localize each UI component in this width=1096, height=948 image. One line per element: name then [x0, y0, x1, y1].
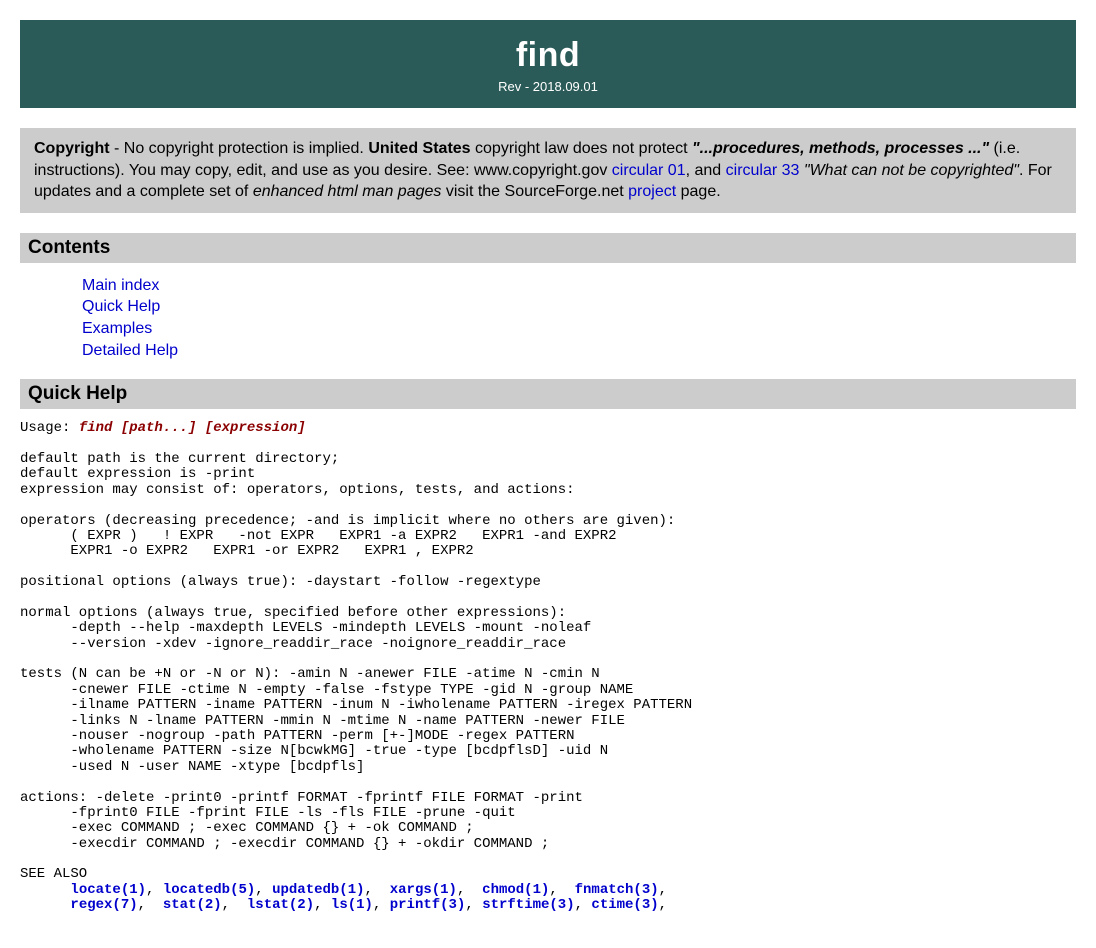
enhanced-pages-italic: enhanced html man pages — [253, 183, 442, 200]
link-quick-help[interactable]: Quick Help — [82, 298, 160, 315]
copyright-text-7: page. — [676, 183, 720, 200]
quick-help-block: Usage: find [path...] [expression] defau… — [20, 421, 1076, 914]
usage-command: find [path...] [expression] — [79, 420, 306, 436]
copyright-text-6: visit the SourceForge.net — [441, 183, 628, 200]
see-also-pad — [20, 882, 70, 898]
copyright-notice: Copyright - No copyright protection is i… — [20, 128, 1076, 213]
link-examples[interactable]: Examples — [82, 320, 152, 337]
link-locate[interactable]: locate(1) — [70, 882, 146, 898]
revision-line: Rev - 2018.09.01 — [20, 79, 1076, 94]
link-regex[interactable]: regex(7) — [70, 897, 137, 913]
heading-quick-help: Quick Help — [20, 379, 1076, 409]
link-printf[interactable]: printf(3) — [390, 897, 466, 913]
link-ls[interactable]: ls(1) — [331, 897, 373, 913]
page-title: find — [20, 36, 1076, 75]
page-header: find Rev - 2018.09.01 — [20, 20, 1076, 108]
link-main-index[interactable]: Main index — [82, 277, 159, 294]
link-detailed-help[interactable]: Detailed Help — [82, 342, 178, 359]
copyright-word: Copyright — [34, 140, 110, 157]
what-cannot-quote: "What can not be copyrighted" — [799, 162, 1018, 179]
see-also-pad-2 — [20, 897, 70, 913]
link-chmod[interactable]: chmod(1) — [482, 882, 549, 898]
link-strftime[interactable]: strftime(3) — [482, 897, 574, 913]
copyright-text-2: copyright law does not protect — [471, 140, 692, 157]
usage-label: Usage: — [20, 420, 79, 436]
link-circular-33[interactable]: circular 33 — [726, 162, 800, 179]
us-word: United States — [368, 140, 470, 157]
heading-contents: Contents — [20, 233, 1076, 263]
procedures-quote: "...procedures, methods, processes ..." — [692, 140, 989, 157]
link-stat[interactable]: stat(2) — [163, 897, 222, 913]
link-fnmatch[interactable]: fnmatch(3) — [575, 882, 659, 898]
copyright-text-1: - No copyright protection is implied. — [110, 140, 369, 157]
copyright-text-4: , and — [686, 162, 726, 179]
link-lstat[interactable]: lstat(2) — [247, 897, 314, 913]
quick-help-body: default path is the current directory; d… — [20, 451, 692, 883]
link-circular-01[interactable]: circular 01 — [612, 162, 686, 179]
link-locatedb[interactable]: locatedb(5) — [163, 882, 255, 898]
contents-list: Main index Quick Help Examples Detailed … — [20, 275, 1076, 361]
link-ctime[interactable]: ctime(3) — [591, 897, 658, 913]
link-xargs[interactable]: xargs(1) — [390, 882, 457, 898]
link-updatedb[interactable]: updatedb(1) — [272, 882, 364, 898]
page-container: find Rev - 2018.09.01 Copyright - No cop… — [0, 0, 1096, 934]
link-project[interactable]: project — [628, 183, 676, 200]
